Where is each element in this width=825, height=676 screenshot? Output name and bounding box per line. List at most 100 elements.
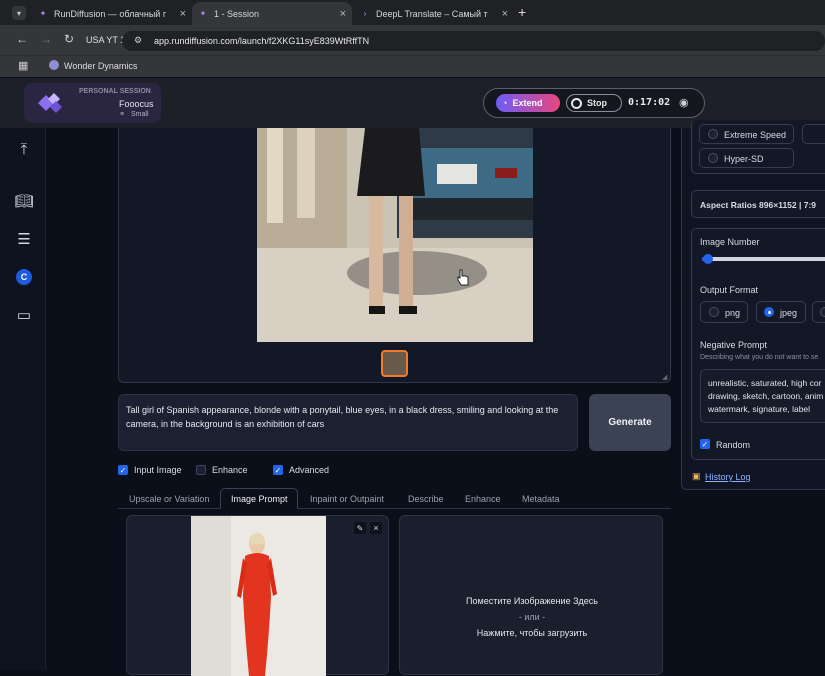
history-log-link[interactable]: History Log [705, 472, 751, 482]
apps-grid-icon[interactable]: ▦ [18, 59, 28, 72]
tab-enhance[interactable]: Enhance [465, 494, 501, 504]
browser-tab-rundiffusion[interactable]: ✦ RunDiffusion — облачный ген… × [32, 2, 192, 25]
hyper-sd-label: Hyper-SD [724, 154, 764, 164]
tab-image-prompt[interactable]: Image Prompt [220, 488, 298, 509]
output-format-label: Output Format [700, 285, 759, 295]
close-icon[interactable]: × [180, 8, 186, 20]
jpeg-option[interactable]: jpeg [756, 301, 806, 323]
tab-title: RunDiffusion — облачный ген… [54, 8, 166, 19]
bookmark-wonder-dynamics[interactable]: Wonder Dynamics [64, 61, 137, 71]
forward-icon[interactable]: → [40, 32, 52, 46]
format-radio-clipped[interactable] [820, 307, 825, 317]
tab-inpaint-or-outpaint[interactable]: Inpaint or Outpaint [310, 494, 384, 504]
negative-prompt-input[interactable]: unrealistic, saturated, high cor drawing… [700, 369, 825, 423]
book-icon[interactable]: 📖︎ [14, 192, 33, 210]
extend-label: Extend [512, 98, 543, 108]
remove-image-button[interactable]: × [370, 522, 382, 534]
extreme-speed-option[interactable]: Extreme Speed [699, 124, 794, 144]
monitor-icon[interactable]: ▭ [15, 306, 33, 324]
rundiffusion-favicon-icon: ✦ [199, 9, 207, 18]
reload-icon[interactable]: ↻ [64, 32, 74, 46]
dropzone-line-3: Нажмите, чтобы загрузить [476, 628, 588, 638]
session-card[interactable]: PERSONAL SESSION Fooocus ≡ Small [24, 83, 161, 123]
url-text[interactable]: app.rundiffusion.com/launch/f2XKG11syE83… [154, 36, 369, 46]
server-stack-icon[interactable]: ☰ [15, 230, 33, 248]
browser-tab-bar: ▾ ✦ RunDiffusion — облачный ген… × ✦ 1 -… [0, 0, 825, 25]
red-dress-woman-art [191, 516, 326, 676]
hyper-sd-radio[interactable] [708, 153, 718, 163]
site-info-icon[interactable]: ⚙ [134, 35, 142, 46]
tab-metadata[interactable]: Metadata [522, 494, 560, 504]
jpeg-radio[interactable] [764, 307, 774, 317]
profile-label[interactable]: USA YT 1 [86, 35, 125, 45]
stop-label: Stop [587, 98, 607, 108]
new-tab-button[interactable]: + [518, 4, 526, 20]
input-image-checkbox[interactable]: ✓ [118, 465, 128, 475]
hyper-sd-option[interactable]: Hyper-SD [699, 148, 794, 168]
bookmarks-bar: ▦ Wonder Dynamics [0, 55, 825, 77]
png-option[interactable]: png [700, 301, 748, 323]
back-icon[interactable]: ← [16, 32, 28, 46]
bookmark-favicon-icon [49, 60, 59, 70]
output-gallery: ◢ [118, 128, 671, 383]
rundiffusion-logo-icon [38, 93, 62, 113]
close-icon[interactable]: × [340, 8, 346, 20]
image-prompt-slot-1[interactable]: ✎ × [126, 515, 389, 676]
generated-image[interactable] [257, 128, 533, 342]
aspect-ratios-accordion[interactable]: Aspect Ratios 896×1152 | 7:9 [691, 190, 825, 218]
jpeg-label: jpeg [780, 308, 798, 318]
browser-tab-session[interactable]: ✦ 1 - Session × [192, 2, 352, 25]
png-radio[interactable] [709, 307, 719, 317]
random-seed-label: Random [716, 440, 751, 450]
session-size: Small [131, 111, 149, 118]
tab-label: Image Prompt [231, 494, 288, 504]
advanced-label: Advanced [289, 465, 330, 475]
tab-upscale-or-variation[interactable]: Upscale or Variation [129, 494, 209, 504]
eye-icon[interactable]: ◉ [679, 96, 689, 109]
prompt-text[interactable]: Tall girl of Spanish appearance, blonde … [126, 403, 566, 431]
session-controls: ◔ Extend Stop 0:17:02 ◉ [483, 88, 705, 118]
generate-button[interactable]: Generate [589, 394, 671, 451]
extend-button[interactable]: ◔ Extend [496, 94, 560, 112]
extreme-speed-radio[interactable] [708, 129, 718, 139]
extreme-speed-label: Extreme Speed [724, 130, 787, 140]
app-name: Fooocus [119, 99, 154, 109]
left-sidebar: ⤒ 📖︎ ☰ C ▭ [0, 128, 46, 670]
upload-icon[interactable]: ⤒ [15, 140, 33, 158]
dropzone-line-1: Поместите Изображение Здесь [466, 596, 598, 606]
session-timer: 0:17:02 [628, 97, 671, 108]
advanced-checkbox[interactable]: ✓ [273, 465, 283, 475]
aspect-ratios-label: Aspect Ratios 896×1152 | 7:9 [700, 200, 817, 210]
tab-search-icon[interactable]: ▾ [12, 6, 26, 20]
image-number-slider[interactable] [702, 257, 825, 261]
close-icon[interactable]: × [502, 8, 508, 20]
generated-image-art [257, 128, 533, 342]
performance-option-clipped[interactable] [802, 124, 825, 144]
url-bar[interactable]: ⚙ app.rundiffusion.com/launch/f2XKG11syE… [122, 31, 825, 51]
gallery-thumbnail[interactable] [381, 350, 408, 377]
image-number-slider-handle[interactable] [702, 254, 713, 264]
negative-prompt-hint: Describing what you do not want to se [700, 354, 819, 361]
clock-icon: ◔ [502, 98, 508, 108]
image-prompt-dropzone[interactable]: Поместите Изображение Здесь - или - Нажм… [399, 515, 663, 675]
history-log-icon: ▣ [692, 471, 701, 481]
image-number-label: Image Number [700, 237, 760, 247]
prompt-input[interactable]: Tall girl of Spanish appearance, blonde … [118, 394, 578, 451]
stop-button[interactable]: Stop [566, 94, 622, 112]
enhance-checkbox[interactable] [196, 465, 206, 475]
tab-title: 1 - Session [214, 8, 260, 19]
browser-tab-deepl[interactable]: › DeepL Translate – Самый точн… × [354, 2, 514, 25]
tabs-underline [118, 508, 671, 509]
tab-describe[interactable]: Describe [408, 494, 444, 504]
resize-handle-icon[interactable]: ◢ [662, 373, 667, 381]
enhance-label: Enhance [212, 465, 248, 475]
format-option-clipped[interactable] [812, 301, 825, 323]
c-app-icon[interactable]: C [15, 268, 33, 286]
deepl-favicon-icon: › [363, 9, 367, 18]
negative-prompt-text[interactable]: unrealistic, saturated, high cor drawing… [708, 377, 825, 416]
stop-circle-icon [571, 97, 582, 109]
input-image-label: Input Image [134, 465, 182, 475]
png-label: png [725, 308, 741, 318]
random-seed-checkbox[interactable]: ✓ [700, 439, 710, 449]
edit-button[interactable]: ✎ [354, 522, 366, 534]
